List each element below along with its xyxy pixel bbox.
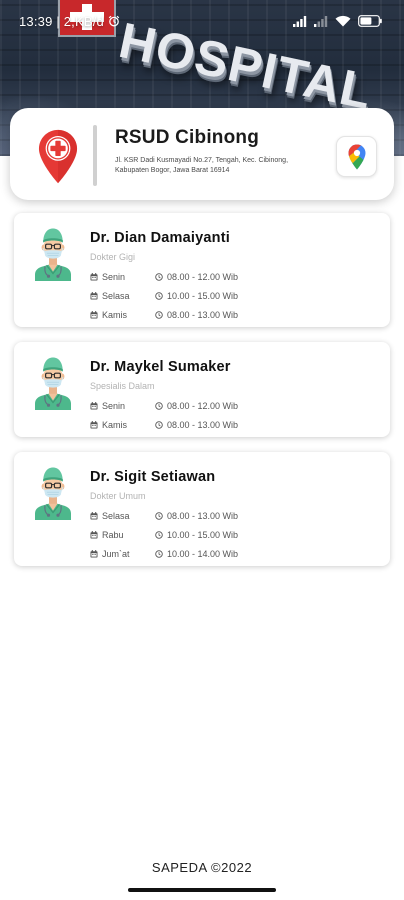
google-maps-icon [348,144,365,169]
doctor-card[interactable]: Dr. Sigit Setiawan Dokter Umum Selasa 08… [14,452,390,566]
schedule-list: Senin 08.00 - 12.00 Wib Selasa 10.00 - 1… [90,267,380,324]
schedule-time-cell: 10.00 - 14.00 Wib [155,549,238,559]
clock-icon [155,402,163,410]
schedule-time: 10.00 - 15.00 Wib [167,529,239,540]
doctor-avatar-icon [33,464,73,520]
schedule-time: 08.00 - 12.00 Wib [167,271,239,282]
schedule-time-cell: 08.00 - 12.00 Wib [155,401,238,411]
calendar-icon [90,273,98,281]
schedule-day: Kamis [102,419,128,430]
footer-copyright: SAPEDA ©2022 [151,860,253,875]
status-right [293,15,382,27]
doctor-name: Dr. Dian Damaiyanti [90,230,230,246]
hospital-location-pin-icon [38,129,78,184]
schedule-day-cell: Senin [90,272,155,282]
clock-icon [155,311,163,319]
schedule-day: Jum`at [102,548,130,559]
schedule-list: Senin 08.00 - 12.00 Wib Kamis 08.00 - 13… [90,396,380,434]
clock-icon [155,512,163,520]
schedule-day: Rabu [102,529,124,540]
doctor-specialty: Dokter Gigi [90,252,136,262]
calendar-icon [90,402,98,410]
doctor-avatar-icon [33,354,73,410]
hospital-name: RSUD Cibinong [115,127,260,148]
doctor-name: Dr. Maykel Sumaker [90,359,231,375]
clock-icon [155,531,163,539]
calendar-icon [90,311,98,319]
schedule-row: Selasa 10.00 - 15.00 Wib [90,286,380,305]
home-indicator[interactable] [128,888,276,892]
doctor-list: Dr. Dian Damaiyanti Dokter Gigi Senin 08… [14,213,390,566]
schedule-row: Kamis 08.00 - 13.00 Wib [90,415,380,434]
hospital-card: RSUD Cibinong Jl. KSR Dadi Kusmayadi No.… [10,108,394,200]
doctor-avatar-icon [33,225,73,281]
doctor-specialty: Spesialis Dalam [90,381,155,391]
status-time: 13:39 | 2,KB/d [19,13,104,29]
schedule-day: Selasa [102,290,130,301]
calendar-icon [90,550,98,558]
calendar-icon [90,292,98,300]
status-bar: 13:39 | 2,KB/d [0,0,404,42]
open-maps-button[interactable] [336,136,377,177]
schedule-time: 08.00 - 13.00 Wib [167,309,239,320]
doctor-name: Dr. Sigit Setiawan [90,469,216,485]
schedule-row: Jum`at 10.00 - 14.00 Wib [90,544,380,563]
schedule-day: Kamis [102,309,128,320]
schedule-time-cell: 10.00 - 15.00 Wib [155,530,238,540]
calendar-icon [90,512,98,520]
status-left: 13:39 | 2,KB/d [19,14,120,29]
schedule-day: Selasa [102,510,130,521]
schedule-time: 10.00 - 15.00 Wib [167,290,239,301]
schedule-row: Rabu 10.00 - 15.00 Wib [90,525,380,544]
battery-icon [358,15,382,27]
schedule-time: 08.00 - 13.00 Wib [167,510,239,521]
schedule-row: Senin 08.00 - 12.00 Wib [90,267,380,286]
schedule-time: 10.00 - 14.00 Wib [167,548,239,559]
schedule-day-cell: Senin [90,401,155,411]
signal-icon [314,15,328,27]
schedule-list: Selasa 08.00 - 13.00 Wib Rabu 10.00 - 15… [90,506,380,563]
schedule-day: Senin [102,271,126,282]
doctor-card[interactable]: Dr. Maykel Sumaker Spesialis Dalam Senin… [14,342,390,437]
schedule-time-cell: 08.00 - 13.00 Wib [155,511,238,521]
schedule-day-cell: Selasa [90,511,155,521]
schedule-day-cell: Kamis [90,420,155,430]
schedule-time-cell: 10.00 - 15.00 Wib [155,291,238,301]
schedule-day-cell: Rabu [90,530,155,540]
hospital-divider [93,125,97,186]
wifi-icon [335,15,351,27]
calendar-icon [90,531,98,539]
calendar-icon [90,421,98,429]
schedule-row: Selasa 08.00 - 13.00 Wib [90,506,380,525]
doctor-card[interactable]: Dr. Dian Damaiyanti Dokter Gigi Senin 08… [14,213,390,327]
alarm-icon [108,15,120,27]
schedule-row: Kamis 08.00 - 13.00 Wib [90,305,380,324]
schedule-day-cell: Jum`at [90,549,155,559]
clock-icon [155,292,163,300]
clock-icon [155,550,163,558]
schedule-day-cell: Selasa [90,291,155,301]
hospital-address: Jl. KSR Dadi Kusmayadi No.27, Tengah, Ke… [115,157,289,174]
schedule-time: 08.00 - 12.00 Wib [167,400,239,411]
schedule-day-cell: Kamis [90,310,155,320]
schedule-time-cell: 08.00 - 12.00 Wib [155,272,238,282]
clock-icon [155,421,163,429]
clock-icon [155,273,163,281]
schedule-time-cell: 08.00 - 13.00 Wib [155,420,238,430]
schedule-time-cell: 08.00 - 13.00 Wib [155,310,238,320]
schedule-day: Senin [102,400,126,411]
app-screen: HOSPITAL 13:39 | 2,KB/d RSUD Cibinong Jl… [0,0,404,900]
schedule-row: Senin 08.00 - 12.00 Wib [90,396,380,415]
doctor-specialty: Dokter Umum [90,491,146,501]
schedule-time: 08.00 - 13.00 Wib [167,419,239,430]
signal-icon [293,15,307,27]
